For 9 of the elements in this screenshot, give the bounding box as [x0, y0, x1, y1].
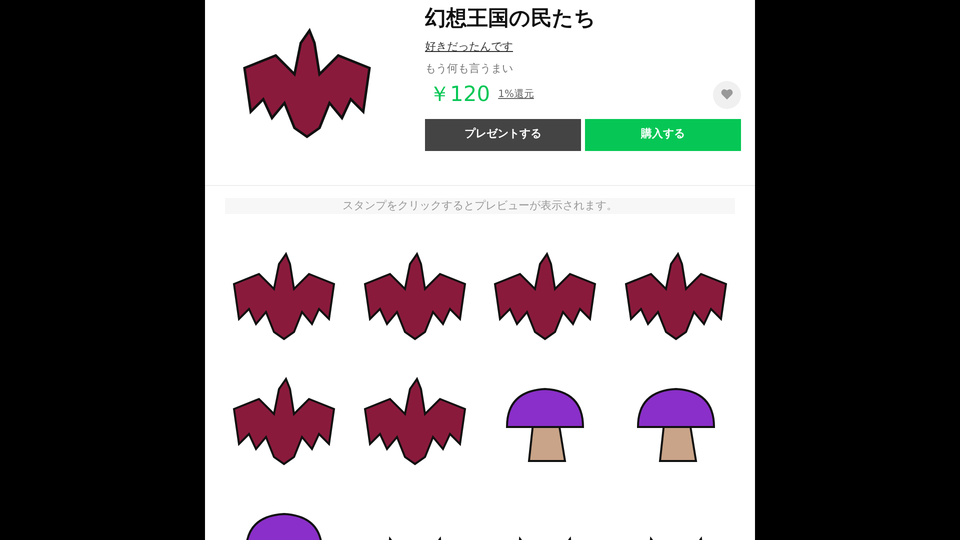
price: ￥120 [429, 81, 490, 108]
sticker-title: 幻想王国の民たち [425, 5, 597, 32]
cashback-link[interactable]: 1%還元 [498, 87, 534, 102]
preview-notice: スタンプをクリックするとプレビューが表示されます。 [225, 198, 735, 214]
heart-icon [721, 89, 733, 100]
author-link[interactable]: 好きだったんです [425, 39, 513, 56]
gift-button[interactable]: プレゼントする [425, 118, 581, 150]
sticker-description: もう何も言うまい [425, 60, 514, 76]
favorite-button[interactable] [713, 80, 741, 109]
